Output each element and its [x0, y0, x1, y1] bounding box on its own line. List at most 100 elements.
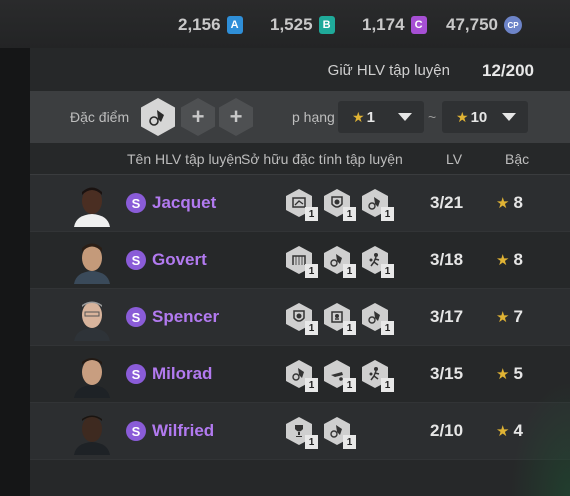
currency-a: 2,156 A: [178, 14, 243, 36]
column-header-name[interactable]: Tên HLV tập luyện: [127, 151, 242, 167]
coach-grade: ★ 4: [496, 421, 523, 441]
trait-filter-slot-1[interactable]: [141, 98, 175, 136]
trait-level: 1: [305, 435, 318, 449]
avatar: [70, 352, 114, 398]
currency-a-icon: A: [226, 16, 243, 34]
star-icon: ★: [456, 108, 469, 125]
currency-c: 1,174 C: [362, 14, 427, 36]
coach-grade: ★ 8: [496, 250, 523, 270]
star-icon: ★: [496, 423, 510, 440]
coach-grade-value: 5: [513, 364, 523, 383]
currency-cp-value: 47,750: [446, 15, 498, 34]
coach-grade-value: 4: [513, 421, 523, 440]
trait-boot-kick: 1: [362, 303, 396, 335]
coach-row[interactable]: S Govert 1 1 1 3/18 ★ 8: [30, 232, 570, 289]
trait-sliding-tackle: 1: [324, 360, 358, 392]
currency-b-value: 1,525: [270, 15, 313, 34]
trait-level: 1: [381, 264, 394, 278]
coach-level: 3/17: [430, 307, 464, 326]
coach-row[interactable]: S Wilfried 1 1 2/10 ★ 4: [30, 403, 570, 460]
trait-player-dribble: 1: [362, 246, 396, 278]
slots-row: Giữ HLV tập luyện 12/200: [30, 54, 570, 88]
trait-level: 1: [343, 264, 356, 278]
trait-level: 1: [343, 207, 356, 221]
column-header-lv[interactable]: LV: [446, 151, 462, 167]
trait-boot-kick: 1: [324, 417, 358, 449]
avatar: [70, 238, 114, 284]
coach-level: 3/18: [430, 250, 464, 269]
rank-to-value: 10: [470, 108, 488, 126]
trait-goal-net: 1: [286, 246, 320, 278]
coach-grade: ★ 7: [496, 307, 523, 327]
coach-level: 3/15: [430, 364, 464, 383]
trait-level: 1: [343, 378, 356, 392]
coach-row[interactable]: S Milorad 1 1 1 3/15 ★ 5: [30, 346, 570, 403]
rank-separator: ~: [428, 109, 437, 125]
trait-level: 1: [305, 378, 318, 392]
coach-traits: 1 1 1: [286, 189, 396, 221]
trait-level: 1: [381, 378, 394, 392]
coach-traits: 1 1: [286, 417, 358, 449]
column-header-grade[interactable]: Bậc: [505, 151, 529, 167]
coach-name: Milorad: [152, 364, 213, 383]
chevron-down-icon: [502, 113, 516, 121]
add-trait-button-1[interactable]: +: [181, 98, 215, 136]
currency-a-value: 2,156: [178, 15, 221, 34]
trait-level: 1: [343, 435, 356, 449]
trait-boot-kick: 1: [362, 189, 396, 221]
trait-level: 1: [305, 264, 318, 278]
coach-tier-badge: S: [126, 364, 146, 384]
boot-kick-icon: [149, 110, 164, 126]
currency-c-value: 1,174: [362, 15, 405, 34]
coach-grade-value: 8: [513, 193, 523, 212]
rank-from-dropdown[interactable]: ★ 1: [338, 101, 424, 133]
coach-name: Spencer: [152, 307, 220, 326]
trait-level: 1: [305, 207, 318, 221]
star-icon: ★: [496, 252, 510, 269]
slots-label: Giữ HLV tập luyện: [327, 62, 450, 79]
coach-traits: 1 1 1: [286, 360, 396, 392]
currency-c-icon: C: [410, 16, 427, 34]
trait-trophy: 1: [286, 417, 320, 449]
trait-level: 1: [381, 207, 394, 221]
coach-grade-value: 8: [513, 250, 523, 269]
slots-value: 12/200: [482, 61, 534, 80]
trait-level: 1: [305, 321, 318, 335]
rank-filter-label: p hạng: [292, 109, 335, 125]
column-header-traits[interactable]: Sở hữu đặc tính tập luyện: [241, 151, 403, 167]
rank-to-dropdown[interactable]: ★ 10: [442, 101, 528, 133]
trait-goalkeeper: 1: [324, 303, 358, 335]
rank-from-value: 1: [366, 108, 375, 126]
top-bar: 2,156 A 1,525 B 1,174 C 47,750 CP: [0, 0, 570, 48]
coach-level: 2/10: [430, 421, 464, 440]
coach-grade: ★ 5: [496, 364, 523, 384]
currency-b: 1,525 B: [270, 14, 335, 36]
star-icon: ★: [496, 309, 510, 326]
coach-traits: 1 1 1: [286, 246, 396, 278]
coach-grade: ★ 8: [496, 193, 523, 213]
trait-shield-ball: 1: [286, 303, 320, 335]
star-icon: ★: [352, 108, 365, 125]
avatar: [70, 295, 114, 341]
coach-tier-badge: S: [126, 421, 146, 441]
currency-cp: 47,750 CP: [446, 14, 522, 36]
trait-filter-label: Đặc điểm c: [70, 109, 132, 125]
coach-level: 3/21: [430, 193, 464, 212]
trait-shield-ball: 1: [324, 189, 358, 221]
trait-boot-kick: 1: [286, 360, 320, 392]
trait-level: 1: [343, 321, 356, 335]
add-trait-button-2[interactable]: +: [219, 98, 253, 136]
coach-row[interactable]: S Jacquet 1 1 1 3/21 ★ 8: [30, 175, 570, 232]
coach-name: Jacquet: [152, 193, 217, 212]
star-icon: ★: [496, 366, 510, 383]
coach-row[interactable]: S Spencer 1 1 1 3/17 ★ 7: [30, 289, 570, 346]
trait-tactics-board: 1: [286, 189, 320, 221]
coach-tier-badge: S: [126, 307, 146, 327]
coach-tier-badge: S: [126, 193, 146, 213]
trait-level: 1: [381, 321, 394, 335]
left-strip: [0, 48, 30, 496]
currency-b-icon: B: [318, 16, 335, 34]
chevron-down-icon: [398, 113, 412, 121]
filter-bar: Đặc điểm c + + p hạng ★ 1 ~ ★ 10: [30, 91, 570, 143]
avatar: [70, 409, 114, 455]
